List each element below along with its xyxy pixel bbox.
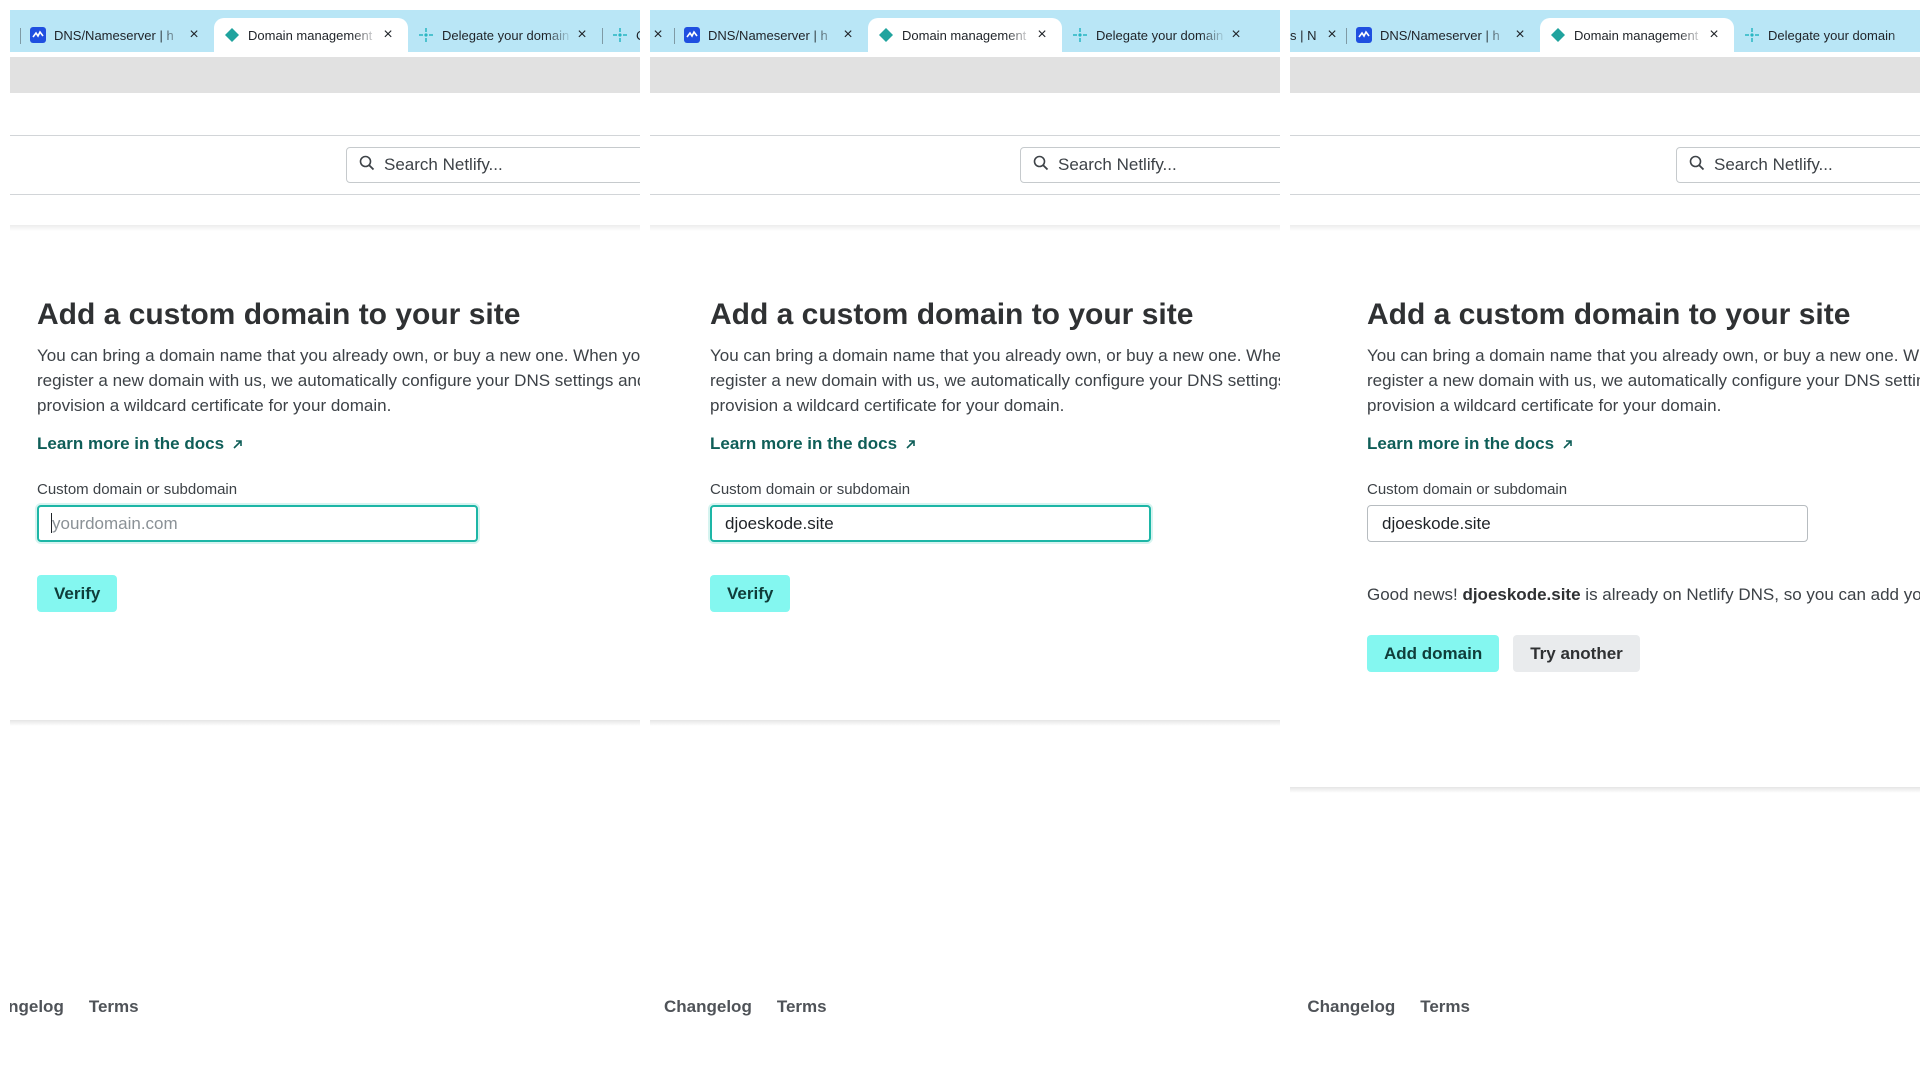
netlify-docs-icon xyxy=(612,27,628,43)
close-tab-icon[interactable]: × xyxy=(1510,26,1530,44)
address-bar[interactable] xyxy=(10,57,640,93)
tab-domain-management[interactable]: Domain management × xyxy=(214,18,408,52)
address-bar[interactable] xyxy=(1290,57,1920,93)
terms-link[interactable]: Terms xyxy=(1420,997,1470,1017)
page-description: You can bring a domain name that you alr… xyxy=(1367,346,1920,415)
domain-registrar-icon xyxy=(1356,27,1372,43)
changelog-link[interactable]: Changelog xyxy=(10,997,64,1017)
tab-domain-management[interactable]: Domain management × xyxy=(868,18,1062,52)
app-header: Search Netlify... xyxy=(10,135,640,195)
page-title: Add a custom domain to your site xyxy=(710,298,1194,331)
page-description: You can bring a domain name that you alr… xyxy=(710,346,1280,415)
custom-domain-input[interactable] xyxy=(37,505,478,542)
close-tab-icon[interactable]: × xyxy=(1704,26,1724,44)
app-header: Search Netlify... xyxy=(1290,135,1920,195)
field-label: Custom domain or subdomain xyxy=(1367,481,1568,498)
field-label: Custom domain or subdomain xyxy=(710,481,911,498)
page-description: You can bring a domain name that you alr… xyxy=(37,346,640,415)
tab-docs[interactable]: C xyxy=(602,18,640,52)
tab-dns-nameserver[interactable]: DNS/Nameserver | h × xyxy=(1346,18,1540,52)
close-tab-icon[interactable]: × xyxy=(1322,26,1342,44)
try-another-button[interactable]: Try another xyxy=(1513,635,1640,672)
search-box[interactable]: Search Netlify... xyxy=(1020,147,1280,183)
verification-message: Good news! djoeskode.site is already on … xyxy=(1367,585,1920,604)
browser-tab-strip: DNS/Nameserver | h × Domain management ×… xyxy=(10,10,640,52)
add-domain-card: Add a custom domain to your site You can… xyxy=(37,296,640,612)
tab-partial[interactable]: s | N × xyxy=(1290,18,1346,52)
tab-dns-nameserver[interactable]: DNS/Nameserver | h × xyxy=(20,18,214,52)
netlify-icon xyxy=(878,27,894,43)
terms-link[interactable]: Terms xyxy=(89,997,139,1017)
domain-registrar-icon xyxy=(30,27,46,43)
external-link-icon xyxy=(233,439,242,449)
page-title: Add a custom domain to your site xyxy=(37,298,521,331)
netlify-icon xyxy=(224,27,240,43)
tab-partial[interactable]: × xyxy=(650,18,674,52)
netlify-docs-icon xyxy=(418,27,434,43)
app-header: Search Netlify... xyxy=(650,135,1280,195)
changelog-link[interactable]: Changelog xyxy=(1307,997,1395,1017)
close-tab-icon[interactable]: × xyxy=(1032,26,1052,44)
close-tab-icon[interactable]: × xyxy=(650,26,668,44)
changelog-link[interactable]: Changelog xyxy=(664,997,752,1017)
screenshot-panel-2: × DNS/Nameserver | h × Domain management… xyxy=(650,10,1280,1050)
screenshot-panel-1: DNS/Nameserver | h × Domain management ×… xyxy=(10,10,640,1050)
footer-links: Changelog Terms xyxy=(10,997,164,1017)
docs-link[interactable]: Learn more in the docs xyxy=(710,434,916,454)
page-title: Add a custom domain to your site xyxy=(1367,298,1851,331)
text-caret xyxy=(51,513,52,533)
verify-button[interactable]: Verify xyxy=(37,575,118,612)
browser-tab-strip: s | N × DNS/Nameserver | h × Domain mana… xyxy=(1290,10,1920,52)
close-tab-icon[interactable]: × xyxy=(838,26,858,44)
close-tab-icon[interactable]: × xyxy=(184,26,204,44)
address-bar[interactable] xyxy=(650,57,1280,93)
add-domain-card: Add a custom domain to your site You can… xyxy=(710,296,1280,612)
footer-links: g Changelog Terms xyxy=(1290,997,1495,1017)
close-tab-icon[interactable]: × xyxy=(378,26,398,44)
domain-registrar-icon xyxy=(684,27,700,43)
add-domain-card: Add a custom domain to your site You can… xyxy=(1367,296,1920,672)
external-link-icon xyxy=(1563,439,1572,449)
external-link-icon xyxy=(906,439,915,449)
docs-link[interactable]: Learn more in the docs xyxy=(1367,434,1573,454)
tab-delegate-domain[interactable]: Delegate your domain × xyxy=(408,18,602,52)
screenshot-panel-3: s | N × DNS/Nameserver | h × Domain mana… xyxy=(1290,10,1920,1050)
verify-button[interactable]: Verify xyxy=(710,575,791,612)
search-icon xyxy=(1033,155,1049,176)
terms-link[interactable]: Terms xyxy=(777,997,827,1017)
docs-link[interactable]: Learn more in the docs xyxy=(37,434,243,454)
search-icon xyxy=(359,155,375,176)
tab-delegate-domain[interactable]: Delegate your domain × xyxy=(1062,18,1256,52)
custom-domain-input[interactable] xyxy=(710,505,1151,542)
field-label: Custom domain or subdomain xyxy=(37,481,238,498)
browser-tab-strip: × DNS/Nameserver | h × Domain management… xyxy=(650,10,1280,52)
custom-domain-input[interactable] xyxy=(1367,505,1808,542)
netlify-icon xyxy=(1550,27,1566,43)
search-box[interactable]: Search Netlify... xyxy=(1676,147,1920,183)
close-tab-icon[interactable]: × xyxy=(572,26,592,44)
verified-domain: djoeskode.site xyxy=(1462,585,1581,604)
tab-delegate-domain[interactable]: Delegate your domain xyxy=(1734,18,1920,52)
search-icon xyxy=(1689,155,1705,176)
footer-links: Changelog Terms xyxy=(664,997,852,1017)
add-domain-button[interactable]: Add domain xyxy=(1367,635,1500,672)
netlify-docs-icon xyxy=(1744,27,1760,43)
search-box[interactable]: Search Netlify... xyxy=(346,147,640,183)
close-tab-icon[interactable]: × xyxy=(1226,26,1246,44)
tab-domain-management[interactable]: Domain management × xyxy=(1540,18,1734,52)
netlify-docs-icon xyxy=(1072,27,1088,43)
tab-dns-nameserver[interactable]: DNS/Nameserver | h × xyxy=(674,18,868,52)
